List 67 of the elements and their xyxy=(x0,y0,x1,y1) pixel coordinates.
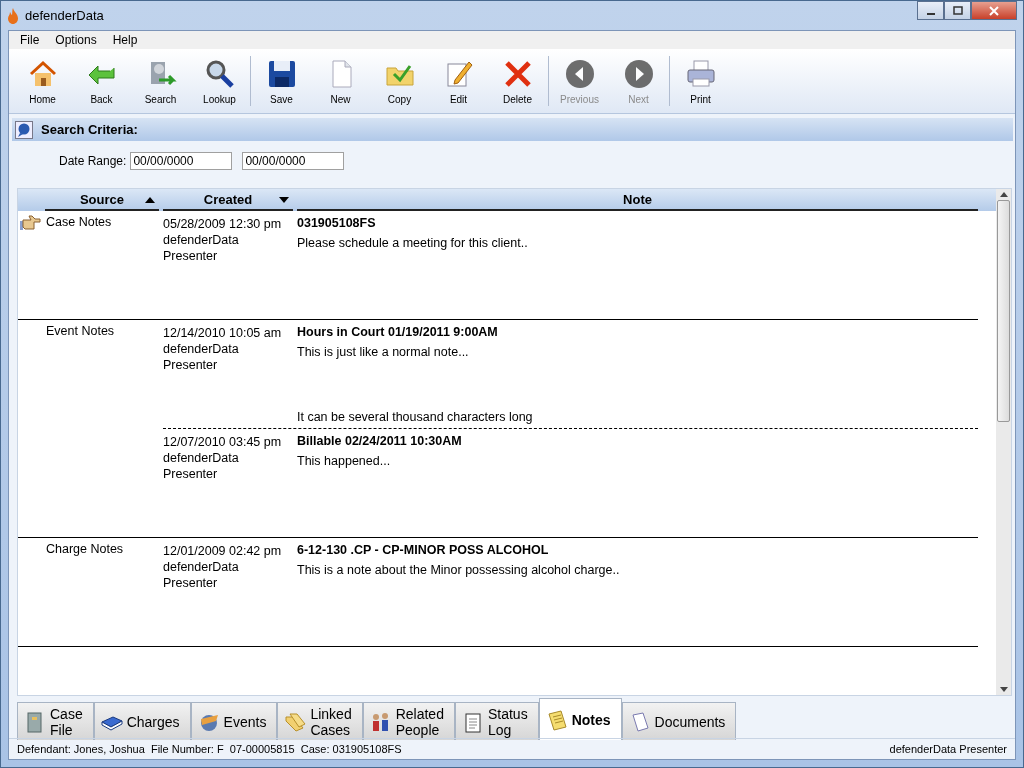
copy-button[interactable]: Copy xyxy=(370,50,429,112)
note-title: Hours in Court 01/19/2011 9:00AM xyxy=(297,325,499,339)
minimize-icon xyxy=(926,12,935,15)
note-text: Please schedule a meeting for this client.. xyxy=(297,236,529,250)
date-from-field[interactable]: 00/00/0000 xyxy=(130,152,233,170)
new-button[interactable]: New xyxy=(311,50,370,112)
menu-item[interactable]: Options xyxy=(47,33,105,47)
print-button[interactable]: Print xyxy=(671,50,730,112)
tab[interactable]: Events xyxy=(190,702,278,740)
tab[interactable]: Status Log xyxy=(454,702,539,740)
note-title: 031905108FS xyxy=(297,216,377,230)
speech-bubble-icon xyxy=(15,120,33,139)
date-to-field[interactable]: 00/00/0000 xyxy=(242,152,345,170)
menu-item[interactable]: File xyxy=(12,33,48,47)
created-date: 12/01/2009 02:42 pm xyxy=(163,543,283,559)
scroll-down-icon[interactable] xyxy=(999,687,1008,692)
source-cell[interactable]: Event Notes xyxy=(46,324,163,338)
author-name: defenderData Presenter xyxy=(163,341,240,373)
printer-icon xyxy=(684,57,717,90)
created-date: 12/14/2010 10:05 am xyxy=(163,325,283,341)
note-title: 6-12-130 .CP - CP-MINOR POSS ALCOHOL xyxy=(297,543,550,557)
minimize-button[interactable] xyxy=(917,1,944,20)
column-header[interactable]: Source xyxy=(45,190,159,211)
flame-icon xyxy=(7,7,19,24)
note-text: It can be several thousand characters long xyxy=(297,410,534,424)
scrollbar-thumb[interactable] xyxy=(997,200,1010,422)
sort-down-icon xyxy=(279,197,289,203)
tab[interactable]: Related People xyxy=(362,702,455,740)
created-date: 05/28/2009 12:30 pm xyxy=(163,216,283,232)
source-cell[interactable]: Charge Notes xyxy=(46,542,163,556)
home-button[interactable]: Home xyxy=(13,50,72,112)
date-range-label: Date Range: xyxy=(59,154,127,168)
sort-up-icon xyxy=(145,197,155,203)
note-text: This is a note about the Minor possessing alcohol charge.. xyxy=(297,563,621,577)
user-name-text: defenderData Presenter xyxy=(889,743,1007,755)
tab[interactable]: Charges xyxy=(93,702,191,740)
note-text: This is just like a normal note... xyxy=(297,345,470,359)
tab[interactable]: Case File xyxy=(17,702,94,740)
save-button[interactable]: Save xyxy=(252,50,311,112)
folders-icon xyxy=(284,710,307,733)
maximize-button[interactable] xyxy=(944,1,971,20)
note-title: Billable 02/24/2011 10:30AM xyxy=(297,434,463,448)
menu-item[interactable]: Help xyxy=(104,33,146,47)
maximize-icon xyxy=(952,5,963,16)
created-date: 12/07/2010 03:45 pm xyxy=(163,434,283,450)
note-icon xyxy=(545,708,568,731)
scroll-up-icon[interactable] xyxy=(999,192,1008,197)
back-button[interactable]: Back xyxy=(72,50,131,112)
close-icon xyxy=(989,5,999,16)
author-name: defenderData Presenter xyxy=(163,559,240,591)
tab[interactable]: Documents xyxy=(621,702,737,740)
close-button[interactable] xyxy=(971,1,1017,20)
column-header[interactable]: Created xyxy=(163,190,293,211)
author-name: defenderData Presenter xyxy=(163,232,240,264)
delete-button[interactable]: Delete xyxy=(488,50,547,112)
edit-button[interactable]: Edit xyxy=(429,50,488,112)
tab[interactable]: Linked Cases xyxy=(277,702,363,740)
author-name: defenderData Presenter xyxy=(163,450,240,482)
lookup-button[interactable]: Lookup xyxy=(190,50,249,112)
window-title: defenderData xyxy=(25,8,104,23)
note-text: This happened... xyxy=(297,454,392,468)
column-header[interactable]: Note xyxy=(297,190,978,211)
source-cell[interactable]: Case Notes xyxy=(46,215,163,229)
search-button[interactable]: Search xyxy=(131,50,190,112)
tab[interactable]: Notes xyxy=(538,698,622,740)
case-info-text: Defendant: Jones, Joshua File Number: F 07-00005815 Case: 031905108FS xyxy=(17,743,402,755)
section-title: Search Criteria: xyxy=(41,122,138,137)
